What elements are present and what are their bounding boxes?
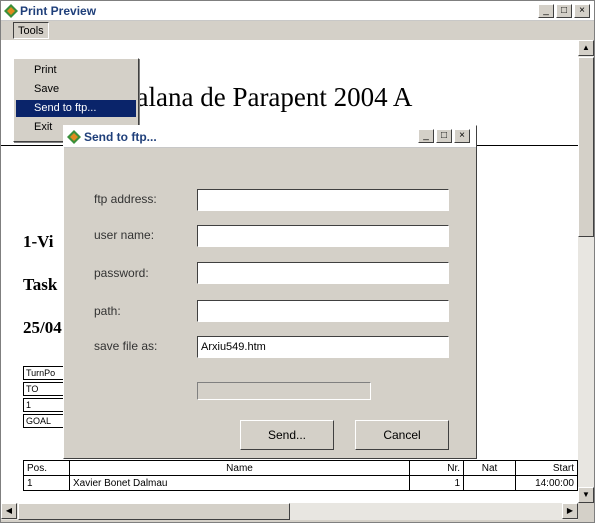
column-header: Nr.: [409, 460, 464, 476]
window-title: Print Preview: [20, 4, 97, 18]
title-bar[interactable]: Print Preview _ □ ×: [1, 1, 594, 21]
save-file-as-label: save file as:: [94, 339, 158, 353]
app-icon: [67, 130, 81, 144]
dialog-title: Send to ftp...: [84, 130, 157, 144]
page-heading-3: 25/04: [23, 318, 62, 337]
maximize-icon[interactable]: □: [436, 129, 452, 143]
password-input[interactable]: [197, 262, 449, 284]
minimize-icon[interactable]: _: [538, 4, 554, 18]
menu-item-print[interactable]: Print: [16, 62, 136, 79]
ftp-address-input[interactable]: [197, 189, 449, 211]
vertical-scroll-thumb[interactable]: [578, 57, 594, 237]
upload-progress-bar: [197, 382, 371, 400]
page-heading-1: 1-Vi: [23, 232, 54, 251]
ftp-address-label: ftp address:: [94, 192, 157, 206]
horizontal-scrollbar[interactable]: ◀ ▶: [1, 503, 578, 520]
path-label: path:: [94, 304, 121, 318]
arrow-down-icon[interactable]: ▼: [578, 487, 594, 503]
close-icon[interactable]: ×: [454, 129, 470, 143]
horizontal-scroll-thumb[interactable]: [18, 503, 290, 520]
scroll-corner: [578, 503, 594, 520]
send-button[interactable]: Send...: [240, 420, 334, 450]
table-cell: Xavier Bonet Dalmau: [69, 475, 410, 491]
table-cell: 1: [409, 475, 464, 491]
maximize-icon[interactable]: □: [556, 4, 572, 18]
menu-tools[interactable]: Tools: [13, 22, 49, 39]
column-header: Nat: [463, 460, 516, 476]
arrow-right-icon[interactable]: ▶: [562, 503, 578, 519]
page-title: talana de Parapent 2004 A: [129, 82, 413, 112]
user-name-label: user name:: [94, 228, 155, 242]
results-table: Pos. Name Nr. Nat Start 1 Xavier Bonet D…: [23, 460, 578, 491]
path-input[interactable]: [197, 300, 449, 322]
app-icon: [4, 4, 18, 18]
page-heading-2: Task: [23, 275, 58, 294]
user-name-input[interactable]: [197, 225, 449, 247]
column-header: Pos.: [23, 460, 70, 476]
minimize-icon[interactable]: _: [418, 129, 434, 143]
send-to-ftp-dialog: Send to ftp... _ □ × ftp address: user n…: [63, 125, 477, 459]
column-header: Start: [515, 460, 578, 476]
table-cell: 1: [23, 475, 70, 491]
arrow-up-icon[interactable]: ▲: [578, 40, 594, 56]
table-cell: [463, 475, 516, 491]
menu-item-save[interactable]: Save: [16, 81, 136, 98]
save-file-as-input[interactable]: [197, 336, 449, 358]
menu-item-send-to-ftp[interactable]: Send to ftp...: [16, 100, 136, 117]
menu-bar: Tools: [1, 21, 594, 40]
close-icon[interactable]: ×: [574, 4, 590, 18]
arrow-left-icon[interactable]: ◀: [1, 503, 17, 519]
table-cell: 14:00:00: [515, 475, 578, 491]
table-row: 1 Xavier Bonet Dalmau 1 14:00:00: [23, 475, 578, 491]
column-header: Name: [69, 460, 410, 476]
vertical-scrollbar[interactable]: ▲ ▼: [578, 40, 594, 503]
print-preview-window: Print Preview _ □ × Tools talana de Para…: [0, 0, 595, 523]
password-label: password:: [94, 266, 149, 280]
table-header-row: Pos. Name Nr. Nat Start: [23, 460, 578, 476]
dialog-title-bar[interactable]: Send to ftp... _ □ ×: [64, 126, 476, 148]
cancel-button[interactable]: Cancel: [355, 420, 449, 450]
